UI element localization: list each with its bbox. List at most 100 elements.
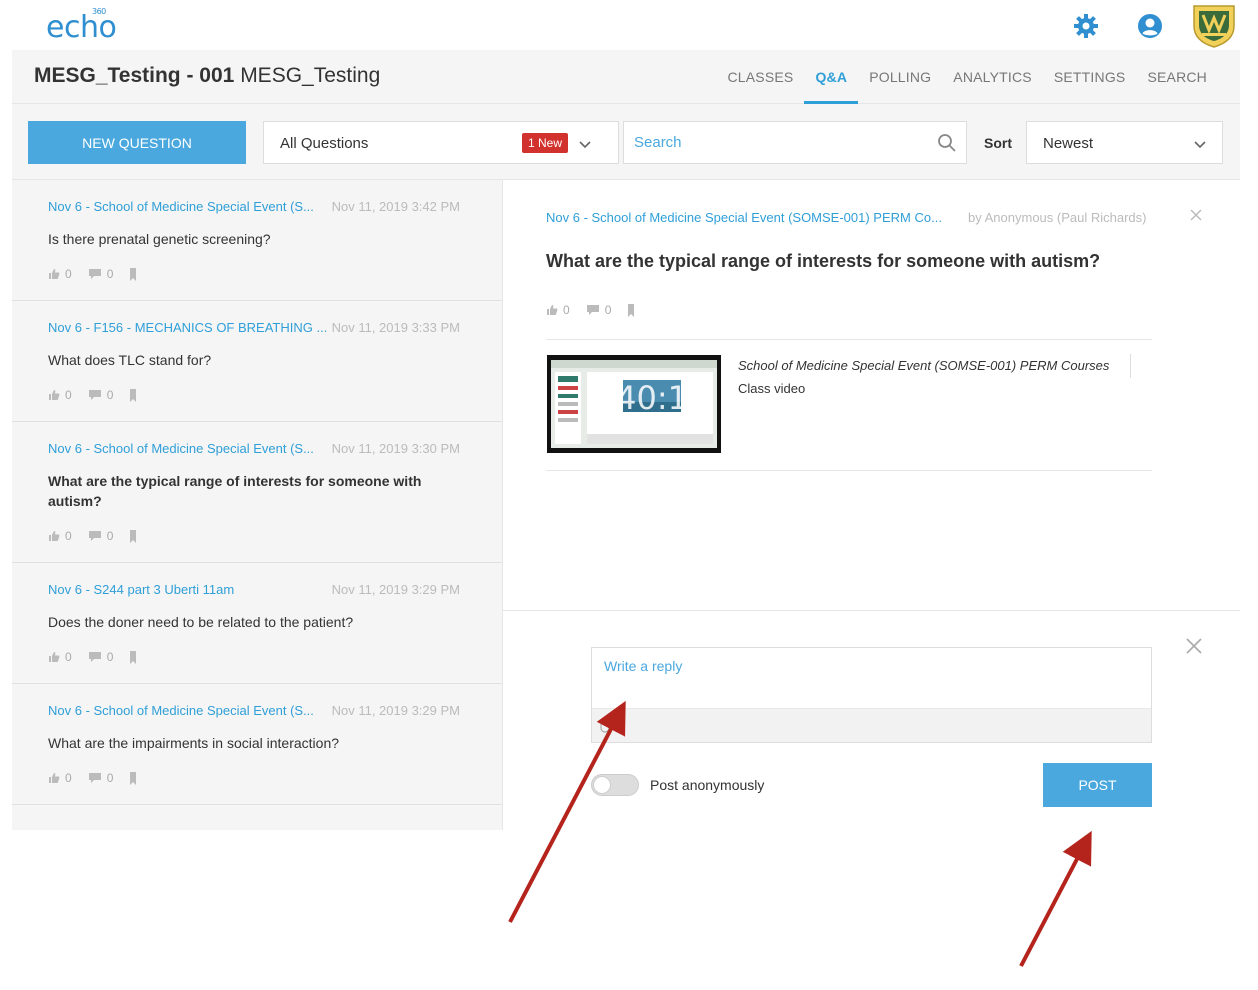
like-count-value: 0 xyxy=(65,529,72,543)
institution-crest-icon[interactable] xyxy=(1190,4,1238,48)
bookmark-toggle[interactable] xyxy=(129,267,142,281)
question-list-item[interactable]: Nov 6 - S244 part 3 Uberti 11am Nov 11, … xyxy=(12,563,502,684)
course-header: MESG_Testing - 001 MESG_Testing CLASSES … xyxy=(12,50,1240,104)
question-detail-panel: Nov 6 - School of Medicine Special Event… xyxy=(503,180,1240,610)
question-meta: Nov 6 - S244 part 3 Uberti 11am Nov 11, … xyxy=(48,582,460,600)
like-count-value: 0 xyxy=(65,650,72,664)
like-count-value: 0 xyxy=(65,771,72,785)
bookmark-icon xyxy=(130,388,137,402)
tab-search[interactable]: SEARCH xyxy=(1136,50,1218,104)
post-anonymously-toggle[interactable] xyxy=(591,774,639,796)
thumbs-up-icon xyxy=(49,652,60,662)
video-thumbnail[interactable]: 2:40:17 xyxy=(547,355,721,453)
sort-label: Sort xyxy=(984,135,1012,151)
tab-classes[interactable]: CLASSES xyxy=(716,50,804,104)
gear-icon[interactable] xyxy=(1072,12,1100,40)
like-count[interactable]: 0 xyxy=(48,267,72,281)
reply-editor-toolbar xyxy=(592,708,1151,742)
bookmark-icon xyxy=(130,267,137,281)
question-list-item[interactable]: Nov 6 - School of Medicine Special Event… xyxy=(12,180,502,301)
comment-count[interactable]: 0 xyxy=(88,529,114,543)
bookmark-toggle[interactable] xyxy=(129,771,142,785)
user-account-icon[interactable] xyxy=(1136,12,1164,40)
like-count[interactable]: 0 xyxy=(48,650,72,664)
comment-count[interactable]: 0 xyxy=(88,267,114,281)
tab-settings[interactable]: SETTINGS xyxy=(1043,50,1137,104)
question-list-item-selected[interactable]: Nov 6 - School of Medicine Special Event… xyxy=(12,422,502,563)
like-count[interactable]: 0 xyxy=(546,303,570,317)
bookmark-icon xyxy=(130,771,137,785)
question-course-link[interactable]: Nov 6 - School of Medicine Special Event… xyxy=(48,441,314,456)
tab-polling[interactable]: POLLING xyxy=(858,50,942,104)
comment-count[interactable]: 0 xyxy=(88,771,113,785)
question-list-item[interactable]: Nov 6 - School of Medicine Special Event… xyxy=(12,684,502,805)
like-count-value: 0 xyxy=(563,303,570,317)
bookmark-toggle[interactable] xyxy=(129,388,142,402)
comment-count-value: 0 xyxy=(106,529,114,543)
question-stats: 0 0 xyxy=(48,770,158,786)
comment-count[interactable]: 0 xyxy=(586,303,611,317)
question-text: What does TLC stand for? xyxy=(48,352,212,368)
like-count-value: 0 xyxy=(65,267,72,281)
question-course-link[interactable]: Nov 6 - School of Medicine Special Event… xyxy=(48,199,314,214)
bookmark-icon xyxy=(130,529,137,543)
question-filter-dropdown[interactable]: All Questions 1 New xyxy=(263,121,619,164)
question-list-item[interactable]: Nov 6 - F156 - MECHANICS OF BREATHING ..… xyxy=(12,301,502,422)
reply-input[interactable] xyxy=(592,648,1151,708)
question-list-item-partial[interactable] xyxy=(12,805,502,830)
question-timestamp: Nov 11, 2019 3:29 PM xyxy=(325,582,460,597)
post-button[interactable]: POST xyxy=(1043,763,1152,807)
question-course-link[interactable]: Nov 6 - F156 - MECHANICS OF BREATHING ..… xyxy=(48,320,327,335)
question-text: Is there prenatal genetic screening? xyxy=(48,231,271,247)
question-stats: 0 0 xyxy=(48,387,158,403)
tab-qa[interactable]: Q&A xyxy=(804,50,858,104)
new-question-button[interactable]: NEW QUESTION xyxy=(28,121,246,164)
chevron-down-icon xyxy=(579,141,591,149)
like-count[interactable]: 0 xyxy=(48,771,72,785)
video-duration: 2:40:17 xyxy=(585,379,709,417)
question-stats: 0 0 xyxy=(48,649,158,665)
detail-stats: 0 0 xyxy=(546,303,656,317)
comment-icon xyxy=(88,652,101,662)
toggle-knob xyxy=(593,776,611,794)
comment-icon xyxy=(586,305,599,315)
bookmark-icon xyxy=(130,650,137,664)
thumbs-up-icon xyxy=(49,269,60,279)
detail-author: by Anonymous (Paul Richards) xyxy=(968,210,1147,225)
close-icon[interactable] xyxy=(1185,637,1203,655)
like-count[interactable]: 0 xyxy=(48,529,72,543)
search-icon[interactable] xyxy=(937,133,957,153)
close-icon[interactable] xyxy=(1189,208,1203,222)
question-timestamp: Nov 11, 2019 3:33 PM xyxy=(325,320,460,335)
question-timestamp: Nov 11, 2019 3:42 PM xyxy=(325,199,460,214)
qa-toolbar: NEW QUESTION All Questions 1 New Sort Ne… xyxy=(12,104,1240,180)
comment-icon xyxy=(88,773,101,783)
question-text: What are the impairments in social inter… xyxy=(48,735,340,751)
attachment-icon[interactable] xyxy=(600,719,610,733)
bookmark-toggle[interactable] xyxy=(129,650,142,664)
detail-course-link[interactable]: Nov 6 - School of Medicine Special Event… xyxy=(546,210,942,225)
page-title: MESG_Testing - 001 MESG_Testing xyxy=(34,64,380,88)
top-bar: echo 360 xyxy=(0,0,1258,50)
sort-dropdown[interactable]: Newest xyxy=(1026,121,1223,164)
video-title[interactable]: School of Medicine Special Event (SOMSE-… xyxy=(738,358,1109,373)
section-nav: CLASSES Q&A POLLING ANALYTICS SETTINGS S… xyxy=(716,50,1218,104)
bookmark-toggle[interactable] xyxy=(129,529,142,543)
comment-count-value: 0 xyxy=(106,267,114,281)
divider xyxy=(546,339,1152,340)
comment-count[interactable]: 0 xyxy=(88,388,113,402)
question-course-link[interactable]: Nov 6 - S244 part 3 Uberti 11am xyxy=(48,582,234,597)
tab-analytics[interactable]: ANALYTICS xyxy=(942,50,1043,104)
reply-editor xyxy=(591,647,1152,743)
comment-icon xyxy=(88,269,101,279)
bookmark-toggle[interactable] xyxy=(627,303,640,317)
question-meta: Nov 6 - School of Medicine Special Event… xyxy=(48,441,460,459)
echo360-logo[interactable]: echo 360 xyxy=(46,7,117,45)
search-input[interactable] xyxy=(634,134,924,151)
course-name: MESG_Testing xyxy=(240,64,381,87)
divider xyxy=(1130,354,1131,378)
like-count[interactable]: 0 xyxy=(48,388,72,402)
question-meta: Nov 6 - School of Medicine Special Event… xyxy=(48,703,460,721)
question-course-link[interactable]: Nov 6 - School of Medicine Special Event… xyxy=(48,703,314,718)
comment-count[interactable]: 0 xyxy=(88,650,113,664)
